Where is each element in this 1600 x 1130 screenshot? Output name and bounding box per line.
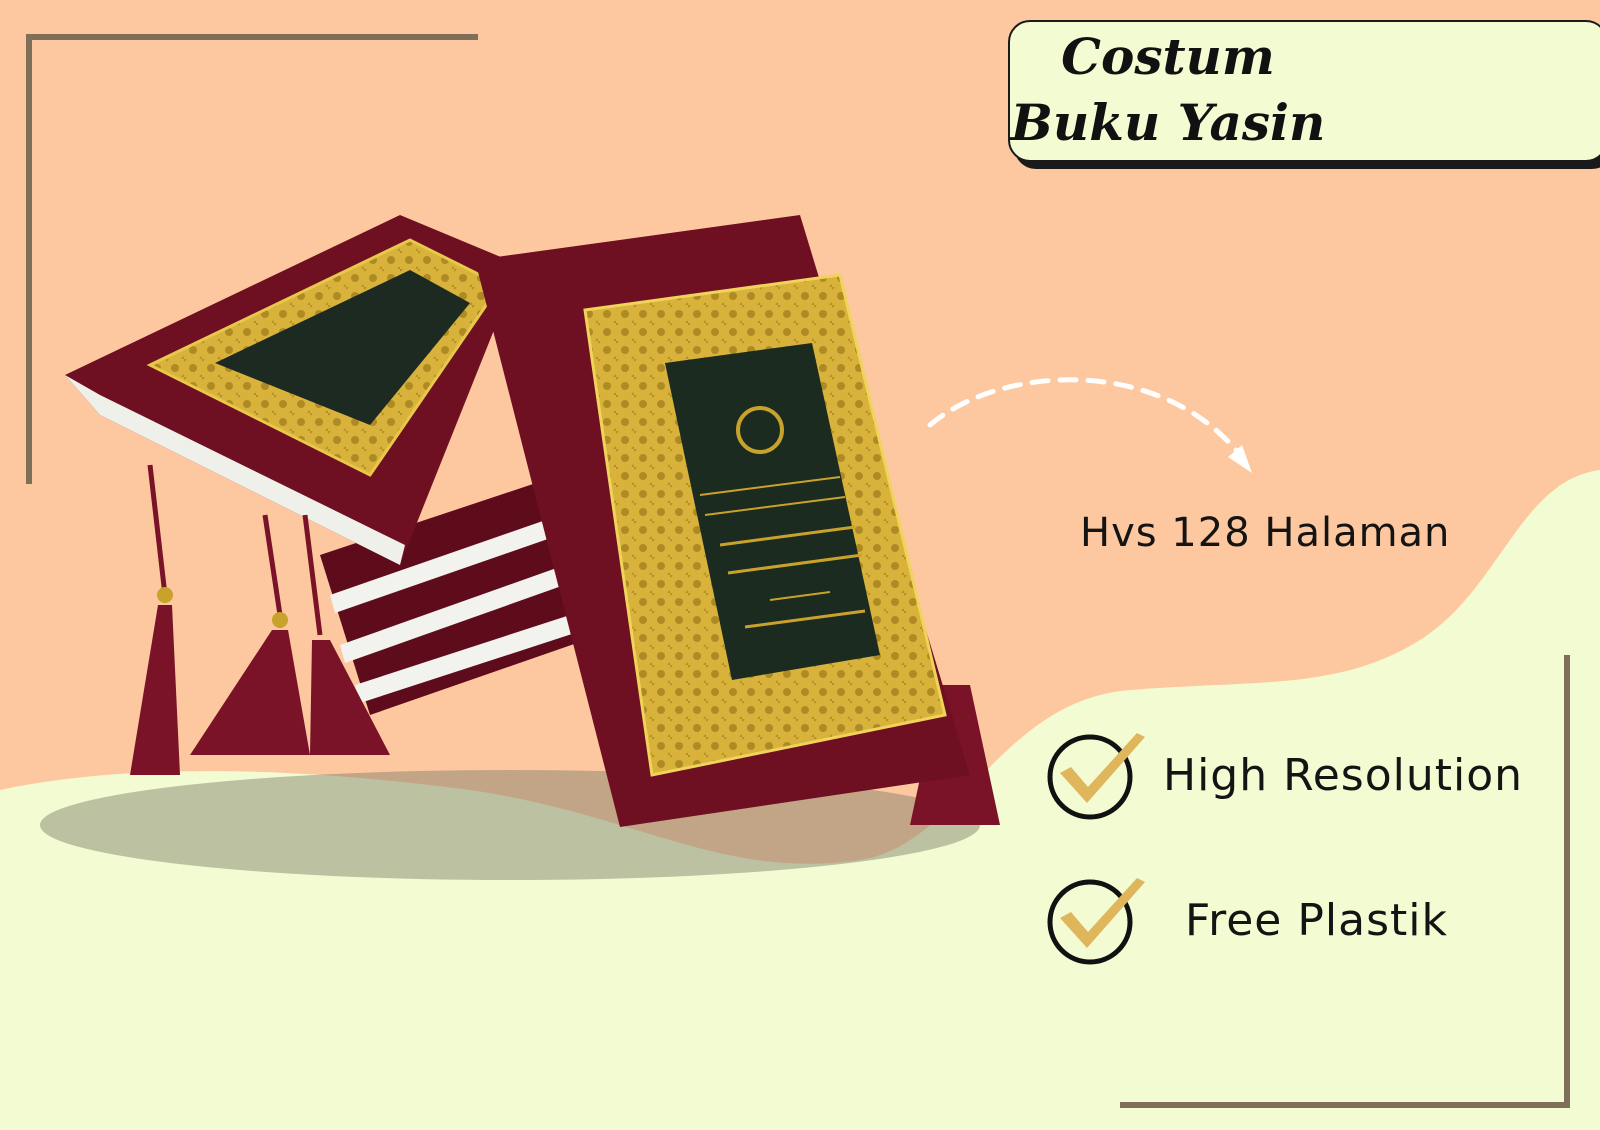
feature-high-resolution: High Resolution	[1045, 725, 1523, 825]
title-card: Costum Buku Yasin	[1008, 20, 1600, 162]
dashed-arrow-icon	[927, 377, 1252, 473]
title-line-2: Buku Yasin	[1010, 93, 1326, 152]
feature-label: High Resolution	[1163, 749, 1524, 801]
book-standing	[475, 215, 970, 827]
feature-label: Free Plastik	[1185, 894, 1448, 946]
spec-text: Hvs 128 Halaman	[1080, 510, 1451, 556]
frame-line-bottom-right-vertical	[1564, 655, 1570, 1108]
check-circle-icon	[1047, 733, 1145, 820]
title-line-1: Costum	[1061, 27, 1275, 86]
frame-line-top-left-horizontal	[26, 34, 478, 40]
product-image-books	[40, 215, 1000, 880]
frame-line-top-left-vertical	[26, 34, 32, 484]
check-circle-icon	[1047, 878, 1145, 965]
feature-free-plastik: Free Plastik	[1045, 870, 1448, 970]
frame-line-bottom-right-horizontal	[1120, 1102, 1570, 1108]
